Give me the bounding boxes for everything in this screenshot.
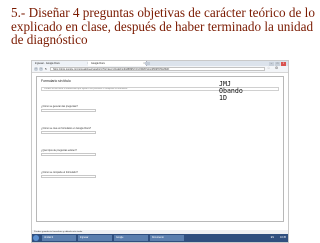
question-label: ¿Cómo se comparte el formulario? (41, 171, 78, 174)
toolbar: ‹ › ↻ https://docs.google.com/spreadshee… (32, 66, 288, 73)
address-bar[interactable]: https://docs.google.com/spreadsheet/view… (50, 66, 265, 71)
question-2: ¿Cómo se crea un formulario en Google Do… (41, 127, 151, 134)
back-icon[interactable]: ‹ (34, 66, 38, 71)
answer-input[interactable] (41, 109, 96, 112)
answer-input[interactable] (41, 153, 96, 156)
taskbar-item[interactable]: Ingresar (78, 235, 112, 241)
taskbar-item[interactable]: Unidad 2 (42, 235, 76, 241)
clock: 10:45 (280, 236, 286, 239)
form-description[interactable]: Puedes incluir texto o información que a… (41, 87, 279, 91)
question-label: ¿Cómo se crea un formulario en Google Do… (41, 127, 92, 130)
answer-input[interactable] (41, 131, 96, 134)
form-card: Formulario sin título Puedes incluir tex… (36, 76, 284, 222)
browser-tab-2-label: Google Docs (91, 62, 105, 65)
question-label: ¿Cómo se generan las preguntas? (41, 105, 78, 108)
taskbar-item[interactable]: Documento (150, 235, 184, 241)
answer-input[interactable] (41, 175, 96, 178)
browser-screenshot: Ingresar - Google Docs × Google Docs × –… (31, 60, 289, 243)
minimize-icon[interactable]: – (269, 61, 274, 66)
forward-icon[interactable]: › (39, 66, 43, 71)
window-controls: – □ × (269, 61, 287, 66)
question-label: ¿Qué tipos de preguntas existen? (41, 149, 77, 152)
start-button[interactable] (33, 235, 39, 241)
browser-tab-1-label: Ingresar - Google Docs (35, 62, 60, 65)
note-line-3: 1D (219, 94, 227, 103)
question-4: ¿Cómo se comparte el formulario? (41, 171, 151, 178)
reload-icon[interactable]: ↻ (44, 67, 48, 71)
language-indicator[interactable]: ES (271, 235, 274, 241)
handwritten-note: JMJ Obando 1D (219, 80, 243, 103)
taskbar-item[interactable]: Google (114, 235, 148, 241)
close-window-icon[interactable]: × (281, 61, 286, 66)
question-1: ¿Cómo se generan las preguntas? (41, 105, 151, 112)
taskbar: Unidad 2 Ingresar Google Documento ES 10… (32, 234, 288, 242)
question-3: ¿Qué tipos de preguntas existen? (41, 149, 151, 156)
maximize-icon[interactable]: □ (275, 61, 280, 66)
form-title[interactable]: Formulario sin título (41, 79, 71, 83)
star-icon[interactable]: ☆ (267, 66, 270, 71)
slide-heading: 5.- Diseñar 4 preguntas objetivas de car… (11, 5, 315, 47)
wrench-icon[interactable]: ⚙ (275, 66, 278, 71)
new-tab-button[interactable] (145, 62, 150, 65)
